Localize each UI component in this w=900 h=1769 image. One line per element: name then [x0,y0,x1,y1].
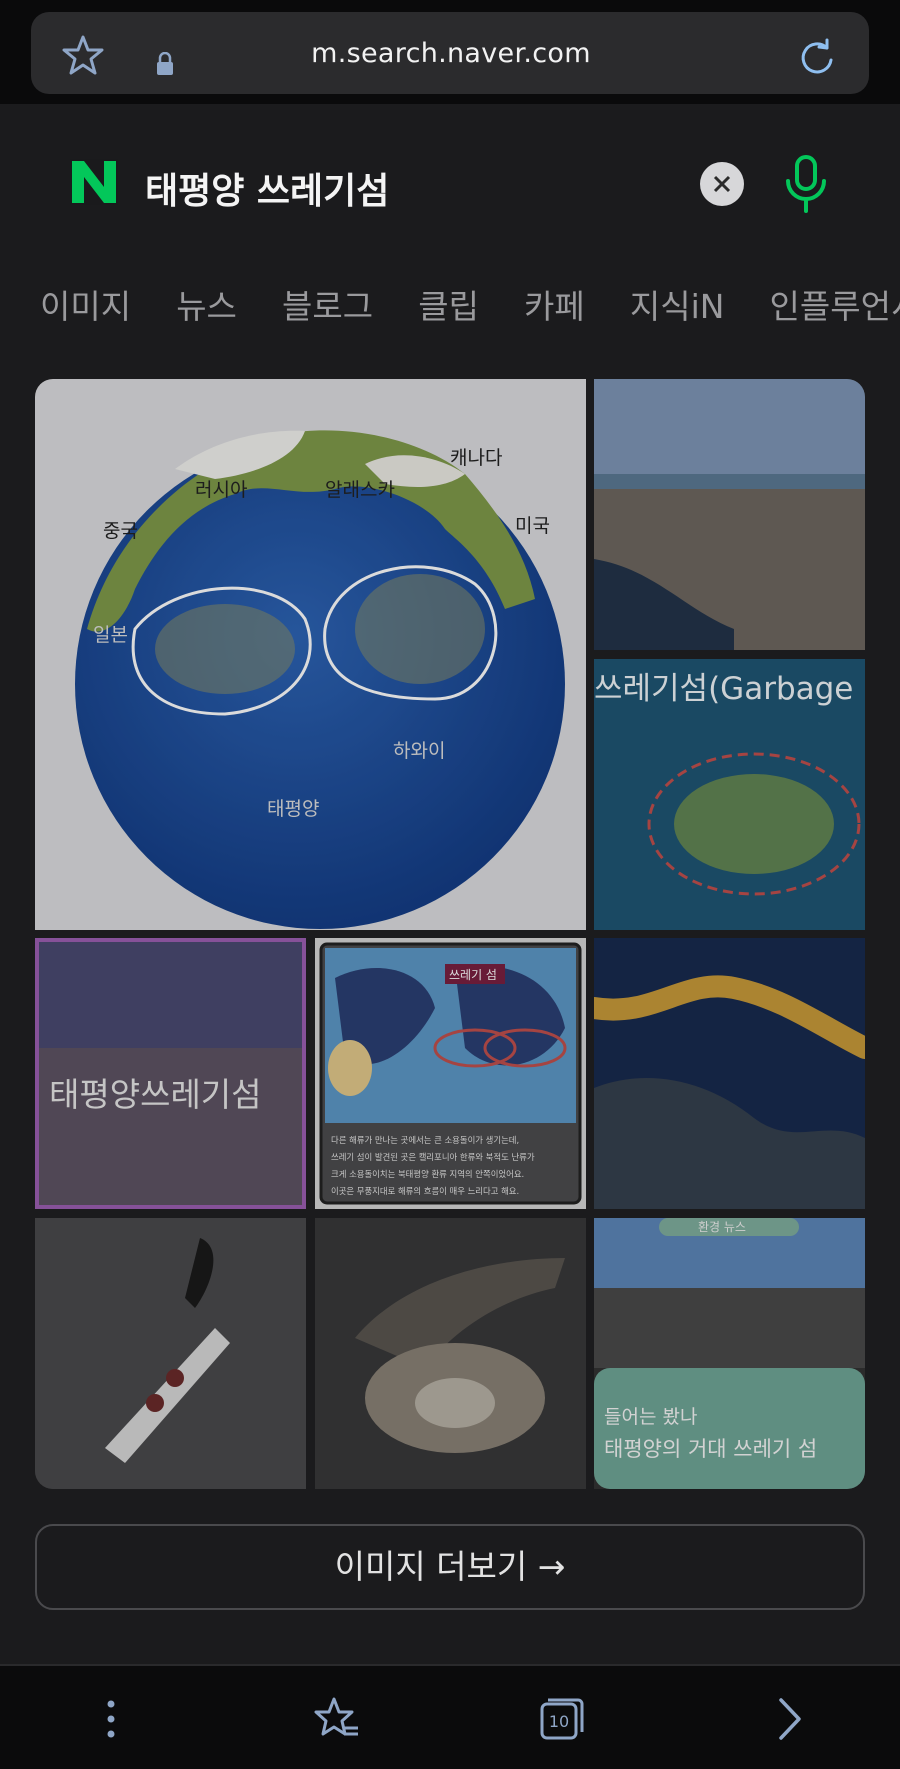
image-result-dead-bird[interactable] [315,1218,586,1489]
bookmark-star-icon[interactable] [61,33,105,77]
search-query[interactable]: 태평양 쓰레기섬 [145,162,389,214]
image-result-info-graphic[interactable]: 쓰레기 섬 다른 해류가 만나는 곳에서는 큰 소용돌이가 생기는데, 쓰레기 … [315,938,586,1209]
bookmarks-icon[interactable] [312,1694,362,1744]
more-images-label: 이미지 더보기 → [334,1547,566,1586]
search-tabs: 이미지 뉴스 블로그 클립 카페 지식iN 인플루언서 [40,280,900,330]
address-bar[interactable]: m.search.naver.com [31,12,869,94]
map-label-china: 중국 [103,520,138,542]
tab-kin[interactable]: 지식iN [630,280,725,328]
close-icon [713,175,731,193]
map-label-usa: 미국 [515,515,550,537]
menu-dots-icon[interactable] [86,1694,136,1744]
purple-caption-text: 태평양쓰레기섬 [49,1075,262,1114]
map-label-alaska: 알래스카 [325,479,395,501]
svg-text:쓰레기 섬이 발견된 곳은 캘리포니아 한류와 북적도 난류: 쓰레기 섬이 발견된 곳은 캘리포니아 한류와 북적도 난류가 [331,1152,535,1162]
tab-images[interactable]: 이미지 [40,280,131,328]
tab-influencer[interactable]: 인플루언서 [770,280,900,328]
map-label-japan: 일본 [93,624,128,646]
lock-icon [157,52,173,75]
map-label-hawaii: 하와이 [393,740,445,762]
image-result-garbage-patch-diagram[interactable]: 쓰레기섬(Garbage [594,659,865,930]
naver-logo[interactable] [70,159,118,205]
tab-clip[interactable]: 클립 [418,280,479,328]
microphone-icon[interactable] [783,155,829,213]
more-images-button[interactable]: 이미지 더보기 → [35,1524,865,1610]
image-result-globe-map[interactable]: 캐나다 러시아 알래스카 중국 미국 일본 하와이 태평양 [35,379,586,930]
forward-arrow-icon[interactable] [765,1694,815,1744]
svg-text:이곳은 무풍지대로 해류의 흐름이 매우 느리다고 해요.: 이곳은 무풍지대로 해류의 흐름이 매우 느리다고 해요. [331,1186,519,1196]
image-result-purple-caption[interactable]: 태평양쓰레기섬 [35,938,306,1209]
browser-bottom-bar: 10 [0,1664,900,1769]
reload-icon[interactable] [797,38,837,78]
tabs-button[interactable]: 10 [536,1694,586,1744]
svg-text:크게 소용돌이치는 북태평양 환류 지역의 안쪽이었어요.: 크게 소용돌이치는 북태평양 환류 지역의 안쪽이었어요. [331,1169,524,1179]
map-label-canada: 캐나다 [450,447,502,469]
tab-count: 10 [549,1712,569,1731]
image-result-garbage-sea[interactable] [594,379,865,650]
image-result-boat-garbage[interactable] [35,1218,306,1489]
search-header: 태평양 쓰레기섬 [0,104,900,254]
clear-search-button[interactable] [700,162,744,206]
svg-text:다른 해류가 만나는 곳에서는 큰 소용돌이가 생기는데,: 다른 해류가 만나는 곳에서는 큰 소용돌이가 생기는데, [331,1135,519,1145]
url-text[interactable]: m.search.naver.com [211,38,691,69]
tab-news[interactable]: 뉴스 [176,280,237,328]
image-result-buoy-boom[interactable] [594,938,865,1209]
tabs-icon: 10 [540,1698,584,1740]
map-label-russia: 러시아 [195,479,247,501]
image-result-news-card[interactable]: 환경 뉴스 들어는 봤나 태평양의 거대 쓰레기 섬 [594,1218,865,1489]
garbage-title-text: 쓰레기섬(Garbage [594,671,853,707]
search-page: 태평양 쓰레기섬 이미지 뉴스 블로그 클립 카페 지식iN 인플루언서 [0,104,900,1664]
news-line-2: 태평양의 거대 쓰레기 섬 [604,1437,817,1461]
news-line-1: 들어는 봤나 [604,1406,697,1428]
tab-cafe[interactable]: 카페 [524,280,585,328]
tab-blog[interactable]: 블로그 [282,280,373,328]
map-label-pacific: 태평양 [267,798,319,820]
browser-top-bar: m.search.naver.com [0,0,900,104]
news-badge-text: 환경 뉴스 [698,1220,746,1234]
info-title-text: 쓰레기 섬 [449,968,497,982]
